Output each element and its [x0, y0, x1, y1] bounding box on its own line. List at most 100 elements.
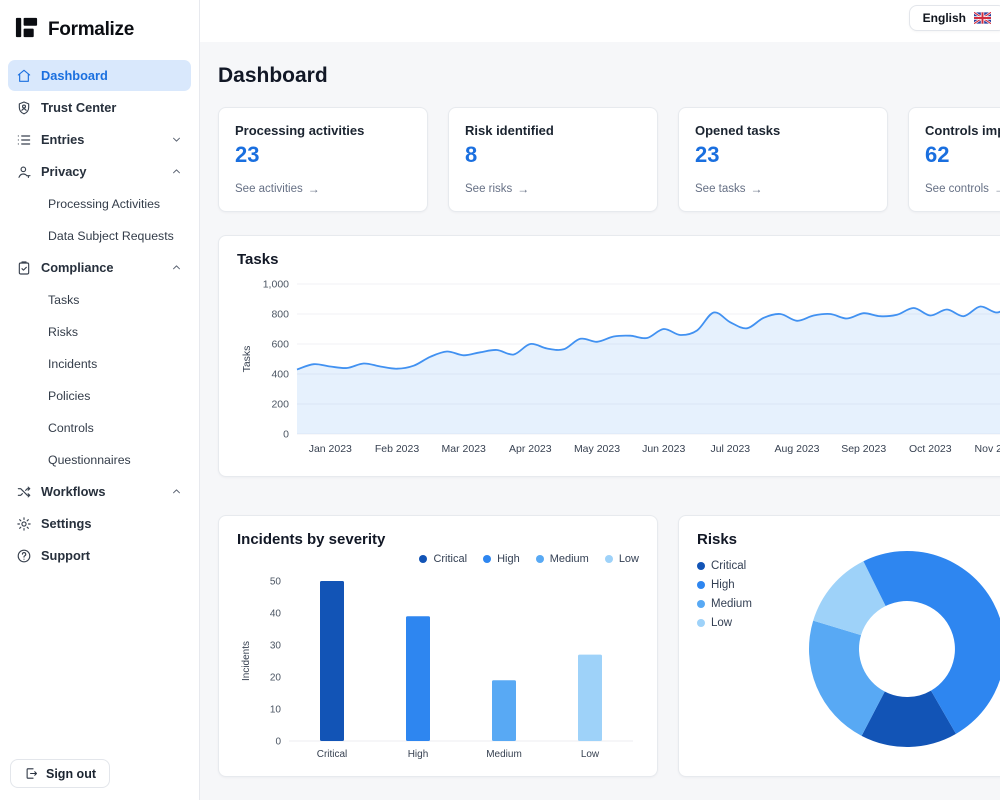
home-icon [16, 68, 32, 84]
see-activities-link[interactable]: See activities → [235, 182, 411, 196]
tasks-card: Tasks 0 200 400 600 800 1,000 Jan 2023 Feb 2023… [218, 235, 1000, 477]
svg-text:0: 0 [275, 737, 281, 748]
svg-text:50: 50 [270, 577, 282, 588]
legend-dot [605, 555, 613, 563]
question-circle-icon [16, 548, 32, 564]
sidebar-item-entries[interactable]: Entries [8, 124, 191, 155]
svg-text:Medium: Medium [486, 749, 522, 760]
sidebar-item-settings[interactable]: Settings [8, 508, 191, 539]
svg-text:40: 40 [270, 609, 282, 620]
chevron-up-icon [170, 485, 183, 498]
workflow-icon [16, 484, 32, 500]
svg-text:Feb 2023: Feb 2023 [375, 443, 420, 455]
stat-value: 8 [465, 142, 641, 168]
sidebar-subitem-questionnaires[interactable]: Questionnaires [8, 444, 191, 475]
sidebar-item-workflows[interactable]: Workflows [8, 476, 191, 507]
stat-value: 23 [695, 142, 871, 168]
sidebar-item-label: Settings [41, 516, 91, 531]
stat-card-opened-tasks: Opened tasks 23 See tasks → [678, 107, 888, 212]
risks-card-title: Risks [697, 531, 1000, 548]
list-icon [16, 132, 32, 148]
chevron-up-icon [170, 261, 183, 274]
svg-text:High: High [408, 749, 429, 760]
sidebar-item-label: Workflows [41, 484, 105, 499]
language-label: English [923, 11, 966, 25]
brand-name: Formalize [48, 19, 134, 41]
chevron-down-icon [170, 133, 183, 146]
sign-out-icon [24, 766, 39, 781]
stat-label: Risk identified [465, 123, 641, 138]
page-title: Dashboard [218, 64, 1000, 88]
tasks-card-title: Tasks [237, 251, 1000, 268]
legend-dot [697, 562, 705, 570]
formalize-logo-icon [14, 15, 39, 45]
content: Dashboard Processing activities 23 See a… [200, 42, 1000, 800]
svg-text:Oct 2023: Oct 2023 [909, 443, 952, 455]
svg-text:Sep 2023: Sep 2023 [841, 443, 886, 455]
svg-text:600: 600 [271, 339, 289, 351]
legend-dot [536, 555, 544, 563]
svg-text:200: 200 [271, 399, 289, 411]
chevron-up-icon [170, 165, 183, 178]
arrow-right-icon: → [751, 182, 763, 196]
sidebar-item-trust-center[interactable]: Trust Center [8, 92, 191, 123]
arrow-right-icon: → [517, 182, 529, 196]
svg-text:May 2023: May 2023 [574, 443, 620, 455]
uk-flag-icon [974, 12, 991, 24]
sidebar-subitem-tasks[interactable]: Tasks [8, 284, 191, 315]
sidebar-item-label: Entries [41, 132, 84, 147]
sidebar-subitem-processing-activities[interactable]: Processing Activities [8, 188, 191, 219]
app-root: Formalize Dashboard Trust Center Entries Pr… [0, 0, 1000, 800]
see-risks-link[interactable]: See risks → [465, 182, 641, 196]
see-controls-link[interactable]: See controls → [925, 182, 1000, 196]
clipboard-check-icon [16, 260, 32, 276]
svg-text:0: 0 [283, 429, 289, 441]
svg-text:Nov 2023: Nov 2023 [975, 443, 1000, 455]
arrow-right-icon: → [994, 182, 1000, 196]
svg-text:400: 400 [271, 369, 289, 381]
incidents-card: Incidents by severity Critical High Medium… [218, 515, 658, 777]
trust-badge-icon [16, 100, 32, 116]
sidebar-item-label: Trust Center [41, 100, 116, 115]
language-selector[interactable]: English [909, 5, 1000, 31]
legend-item-low: Low [605, 553, 639, 565]
sidebar-item-label: Privacy [41, 164, 87, 179]
legend-dot [419, 555, 427, 563]
stat-card-risk-identified: Risk identified 8 See risks → [448, 107, 658, 212]
sidebar-item-label: Support [41, 548, 90, 563]
sidebar-subitem-data-subject-requests[interactable]: Data Subject Requests [8, 220, 191, 251]
stat-label: Processing activities [235, 123, 411, 138]
svg-text:Jun 2023: Jun 2023 [642, 443, 685, 455]
svg-text:Low: Low [581, 749, 600, 760]
sidebar-item-compliance[interactable]: Compliance [8, 252, 191, 283]
sidebar-subitem-risks[interactable]: Risks [8, 316, 191, 347]
sidebar-item-support[interactable]: Support [8, 540, 191, 571]
stat-value: 23 [235, 142, 411, 168]
sidebar-subitem-policies[interactable]: Policies [8, 380, 191, 411]
svg-text:Incidents: Incidents [241, 641, 252, 681]
gear-icon [16, 516, 32, 532]
sidebar-item-dashboard[interactable]: Dashboard [8, 60, 191, 91]
sidebar-item-label: Compliance [41, 260, 114, 275]
bottom-row: Incidents by severity Critical High Medium… [218, 515, 1000, 777]
sidebar-subitem-controls[interactable]: Controls [8, 412, 191, 443]
incidents-card-title: Incidents by severity [237, 531, 639, 548]
risks-card: Risks CriticalHighMediumLow [678, 515, 1000, 777]
risks-donut-chart [807, 549, 1000, 749]
svg-text:1,000: 1,000 [263, 279, 289, 291]
sign-out-button[interactable]: Sign out [10, 759, 110, 788]
svg-text:Mar 2023: Mar 2023 [442, 443, 487, 455]
svg-text:Jan 2023: Jan 2023 [309, 443, 352, 455]
see-tasks-link[interactable]: See tasks → [695, 182, 871, 196]
svg-text:Apr 2023: Apr 2023 [509, 443, 552, 455]
stat-card-controls-implemented: Controls implemented 62 See controls → [908, 107, 1000, 212]
svg-text:800: 800 [271, 309, 289, 321]
legend-dot [697, 619, 705, 627]
sidebar-subitem-incidents[interactable]: Incidents [8, 348, 191, 379]
user-key-icon [16, 164, 32, 180]
sidebar-item-privacy[interactable]: Privacy [8, 156, 191, 187]
tasks-line-chart: 0 200 400 600 800 1,000 Jan 2023 Feb 2023 Mar 20… [237, 274, 1000, 465]
stat-label: Controls implemented [925, 123, 1000, 138]
legend-item-critical: Critical [419, 553, 467, 565]
brand: Formalize [0, 0, 199, 58]
